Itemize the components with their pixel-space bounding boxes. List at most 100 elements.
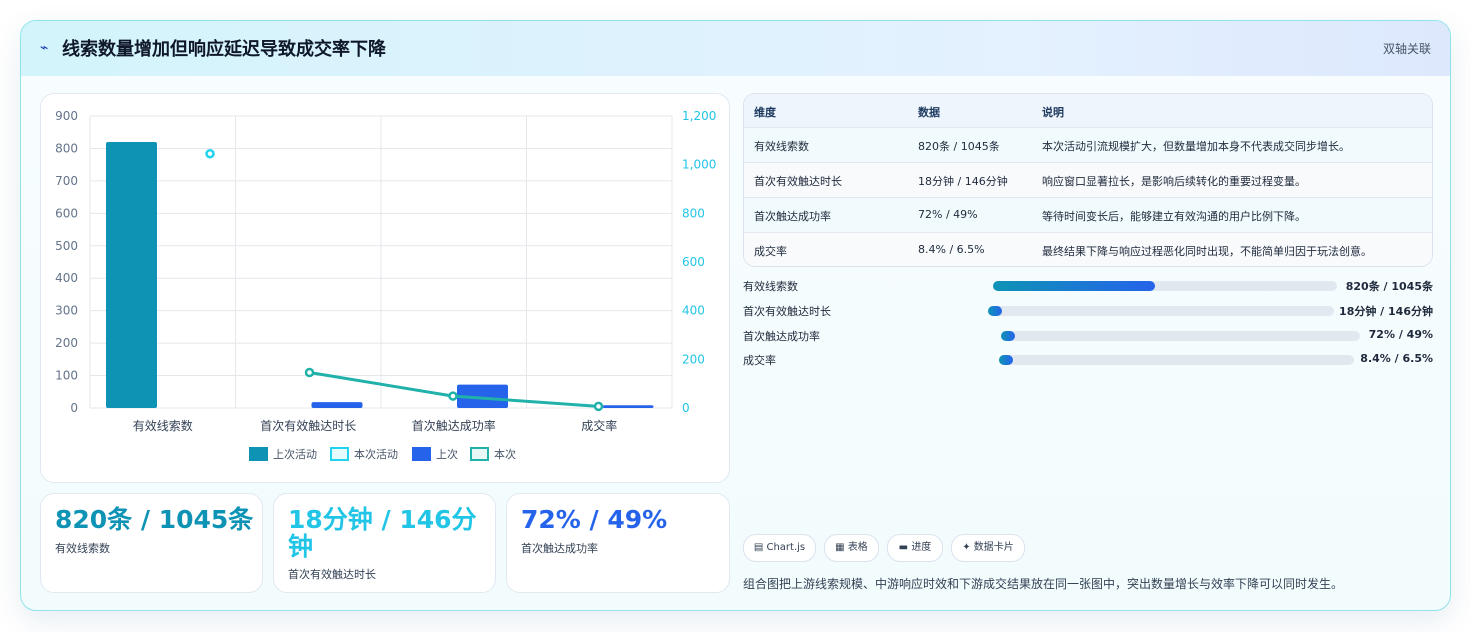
y-tick-label: 400 xyxy=(55,271,78,285)
y2-tick-label: 800 xyxy=(682,206,705,220)
progress-track xyxy=(1001,331,1360,341)
progress-fill xyxy=(988,306,1002,316)
line-point xyxy=(205,148,215,159)
progress-row-conversion: 成交率 8.4% / 6.5% xyxy=(743,350,1433,370)
table-cell: 等待时间变长后，能够建立有效沟通的用户比例下降。 xyxy=(1042,210,1306,223)
table-row: 首次触达成功率 72% / 49% 等待时间变长后，能够建立有效沟通的用户比例下… xyxy=(744,197,1432,233)
table-cell: 首次有效触达时长 xyxy=(754,175,842,188)
progress-fill xyxy=(993,281,1155,291)
table-header-cell: 数据 xyxy=(918,106,940,119)
legend-label: 本次活动 xyxy=(354,447,398,461)
y-tick-label: 900 xyxy=(55,109,78,123)
table-header-cell: 维度 xyxy=(754,106,776,119)
chart-tag: 双轴关联 xyxy=(1382,42,1431,56)
table-icon: ▦ xyxy=(835,542,845,553)
legend-label: 本次 xyxy=(494,447,516,461)
y2-tick-label: 200 xyxy=(682,352,705,366)
y-tick-label: 200 xyxy=(55,336,78,350)
progress-track xyxy=(993,281,1337,291)
progress-label: 成交率 xyxy=(743,354,776,367)
y-tick-label: 300 xyxy=(55,304,78,318)
table-header-cell: 说明 xyxy=(1042,106,1064,119)
progress-track xyxy=(999,355,1354,365)
bar xyxy=(311,402,363,408)
table-cell: 成交率 xyxy=(754,245,787,258)
progress-icon: ▬ xyxy=(898,542,909,553)
table-cell: 响应窗口显著拉长，是影响后续转化的重要过程变量。 xyxy=(1042,175,1306,188)
legend-swatch xyxy=(330,447,349,461)
chip-chartjs[interactable]: ▤ Chart.js xyxy=(743,534,816,562)
chip-label: Chart.js xyxy=(766,542,806,553)
y2-tick-label: 1,000 xyxy=(682,158,716,172)
kpi-card-leads: 820条 / 1045条 有效线索数 xyxy=(40,493,263,593)
kpi-label: 首次有效触达时长 xyxy=(288,568,376,581)
progress-label: 首次有效触达时长 xyxy=(743,305,831,318)
main-card: ⌁ 线索数量增加但响应延迟导致成交率下降 双轴关联 900 800 700 600 50… xyxy=(20,20,1451,611)
page-title: 线索数量增加但响应延迟导致成交率下降 xyxy=(62,39,386,60)
progress-row-response-time: 首次有效触达时长 18分钟 / 146分钟 xyxy=(743,301,1433,321)
kpi-card-contact-rate: 72% / 49% 首次触达成功率 xyxy=(506,493,730,593)
x-tick-label: 首次有效触达时长 xyxy=(260,418,356,433)
chip-progress[interactable]: ▬ 进度 xyxy=(887,534,943,562)
footer-note: 组合图把上游线索规模、中游响应时效和下游成交结果放在同一张图中，突出数量增长与效… xyxy=(743,577,1344,591)
line-point xyxy=(448,391,458,401)
combo-chart: 900 800 700 600 500 400 300 200 100 0 1,200 1,000 80… xyxy=(55,109,716,461)
kpi-value: 72% / 49% xyxy=(521,505,668,534)
y2-tick-label: 600 xyxy=(682,255,705,269)
table-cell: 72% / 49% xyxy=(918,208,978,221)
chip-label: 数据卡片 xyxy=(973,542,1014,553)
progress-value: 8.4% / 6.5% xyxy=(1360,352,1433,365)
chip-data-card[interactable]: ✦ 数据卡片 xyxy=(951,534,1025,562)
y-tick-label: 700 xyxy=(55,174,78,188)
chip-label: 表格 xyxy=(847,542,868,553)
progress-fill xyxy=(999,355,1014,365)
table-row: 首次有效触达时长 18分钟 / 146分钟 响应窗口显著拉长，是影响后续转化的重… xyxy=(744,162,1432,198)
kpi-label: 首次触达成功率 xyxy=(521,542,598,555)
table-cell: 820条 / 1045条 xyxy=(918,140,1000,153)
x-tick-label: 有效线索数 xyxy=(133,418,193,433)
table-cell: 最终结果下降与响应过程恶化同时出现，不能简单归因于玩法创意。 xyxy=(1042,245,1372,258)
chip-table[interactable]: ▦ 表格 xyxy=(824,534,879,562)
kpi-value: 18分钟 / 146分钟 xyxy=(288,505,477,561)
table-cell: 8.4% / 6.5% xyxy=(918,243,985,256)
table-cell: 本次活动引流规模扩大，但数量增加本身不代表成交同步增长。 xyxy=(1042,140,1350,153)
table-row: 成交率 8.4% / 6.5% 最终结果下降与响应过程恶化同时出现，不能简单归因… xyxy=(744,232,1432,266)
progress-track xyxy=(988,306,1334,316)
table-row: 有效线索数 820条 / 1045条 本次活动引流规模扩大，但数量增加本身不代表… xyxy=(744,127,1432,163)
progress-label: 首次触达成功率 xyxy=(743,330,820,343)
line-point xyxy=(304,367,315,378)
progress-label: 有效线索数 xyxy=(743,280,798,293)
progress-value: 72% / 49% xyxy=(1368,328,1433,341)
y2-tick-label: 1,200 xyxy=(682,109,716,123)
data-table: 维度 数据 说明 有效线索数 820条 / 1045条 本次活动引流规模扩大，但… xyxy=(743,93,1433,267)
card-header: ⌁ 线索数量增加但响应延迟导致成交率下降 双轴关联 xyxy=(21,21,1450,76)
progress-row-leads: 有效线索数 820条 / 1045条 xyxy=(743,276,1433,296)
bar xyxy=(602,405,654,408)
line-point xyxy=(593,401,604,412)
series-line xyxy=(309,370,599,408)
y2-tick-label: 400 xyxy=(682,304,705,318)
progress-row-contact-rate: 首次触达成功率 72% / 49% xyxy=(743,326,1433,346)
legend-label: 上次 xyxy=(436,447,458,461)
y-tick-label: 500 xyxy=(55,239,78,253)
legend-swatch xyxy=(249,447,268,461)
x-tick-label: 成交率 xyxy=(581,418,617,433)
table-header-row: 维度 数据 说明 xyxy=(744,94,1432,127)
y-tick-label: 600 xyxy=(55,206,78,220)
y-tick-label: 100 xyxy=(55,369,78,383)
chart-panel: 900 800 700 600 500 400 300 200 100 0 1,200 1,000 80… xyxy=(40,93,730,483)
lightning-icon: ⌁ xyxy=(40,40,49,56)
legend-swatch xyxy=(412,447,431,461)
kpi-card-response-time: 18分钟 / 146分钟 首次有效触达时长 xyxy=(273,493,496,593)
table-cell: 18分钟 / 146分钟 xyxy=(918,175,1008,188)
table-cell: 有效线索数 xyxy=(754,140,809,153)
legend-swatch xyxy=(470,447,489,461)
kpi-label: 有效线索数 xyxy=(55,542,110,555)
kpi-value: 820条 / 1045条 xyxy=(55,505,254,534)
x-tick-label: 首次触达成功率 xyxy=(412,418,496,433)
y-tick-label: 0 xyxy=(70,401,78,415)
chart-icon: ▤ xyxy=(753,542,764,553)
legend-label: 上次活动 xyxy=(273,447,317,461)
progress-value: 820条 / 1045条 xyxy=(1345,280,1433,293)
y-tick-label: 800 xyxy=(55,141,78,155)
